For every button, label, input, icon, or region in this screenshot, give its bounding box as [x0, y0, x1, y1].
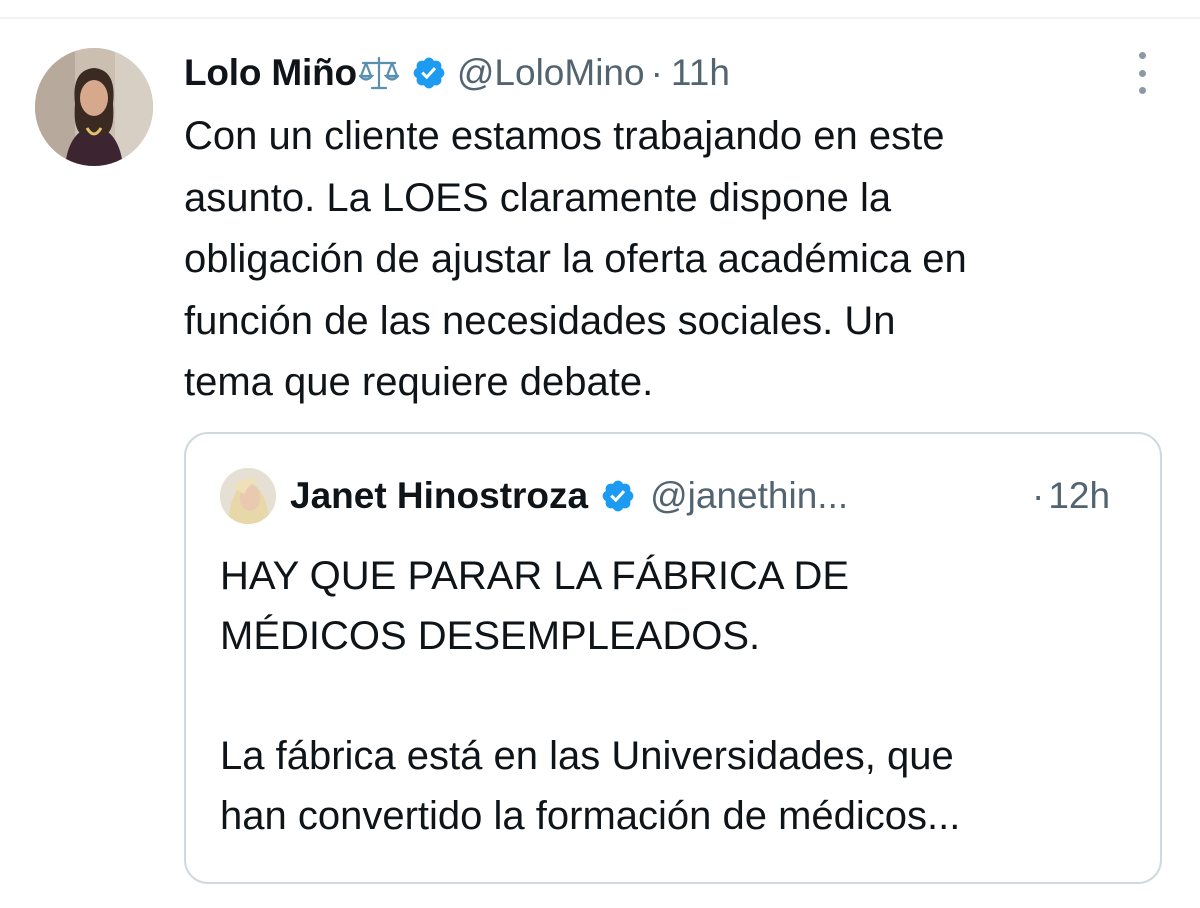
quoted-text-line: HAY QUE PARAR LA FÁBRICA DE	[220, 554, 850, 598]
quoted-time-wrap: · 12h	[1032, 472, 1110, 520]
quoted-author-name: Janet Hinostroza	[290, 475, 589, 516]
tweet-text-line: tema que requiere debate.	[184, 360, 654, 404]
tweet-time[interactable]: 11h	[671, 52, 730, 94]
quoted-tweet-time: 12h	[1048, 475, 1111, 516]
author-name[interactable]: Lolo Miño	[184, 52, 357, 94]
quoted-text-line: han convertido la formación de médicos..…	[220, 794, 961, 838]
more-dot	[1138, 52, 1146, 59]
tweet-text: Con un cliente estamos trabajando en est…	[184, 106, 1164, 414]
top-divider	[0, 17, 1200, 19]
author-avatar[interactable]	[35, 48, 153, 166]
more-dot	[1138, 69, 1146, 77]
more-dot	[1138, 87, 1146, 94]
scales-icon	[358, 54, 399, 92]
author-handle[interactable]: @LoloMino	[457, 52, 645, 94]
tweet-text-line: función de las necesidades sociales. Un	[184, 298, 896, 343]
tweet-text-line: Con un cliente estamos trabajando en est…	[184, 114, 945, 158]
tweet-text-line: obligación de ajustar la oferta académic…	[184, 237, 967, 281]
quoted-author-avatar[interactable]	[220, 468, 276, 524]
tweet-text-line: asunto. La LOES claramente dispone la	[184, 175, 892, 220]
quoted-text-line: La fábrica está en las Universidades, qu…	[220, 734, 954, 778]
more-options-icon[interactable]	[1128, 52, 1156, 94]
header-separator: ·	[650, 52, 663, 93]
quoted-author-handle: @janethin...	[650, 475, 849, 516]
quoted-tweet-card[interactable]: Janet Hinostroza @janethin... · 12h HAY …	[184, 432, 1162, 884]
quoted-text-line: MÉDICOS DESEMPLEADOS.	[220, 614, 761, 658]
quoted-tweet-text: HAY QUE PARAR LA FÁBRICA DE MÉDICOS DESE…	[220, 546, 1140, 846]
quoted-tweet-header: Janet Hinostroza @janethin...	[290, 472, 848, 520]
quoted-verified-badge-icon	[600, 478, 636, 514]
tweet-header: Lolo Miño @LoloMino · 11h	[184, 50, 730, 96]
quoted-separator: ·	[1032, 475, 1045, 516]
verified-badge-icon[interactable]	[411, 55, 447, 91]
